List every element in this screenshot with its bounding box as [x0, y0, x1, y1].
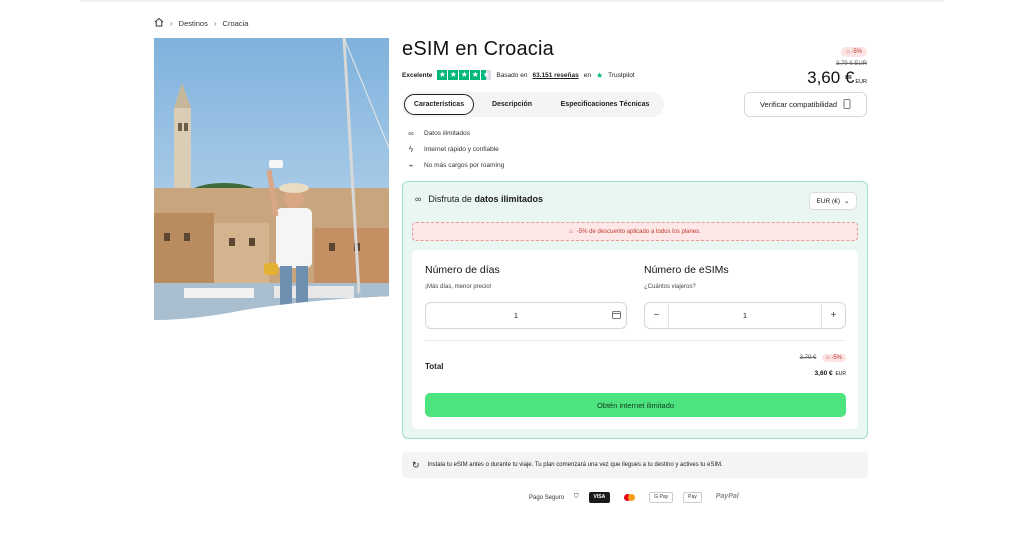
- page-title: eSIM en Croacia: [402, 38, 554, 60]
- chevron-down-icon: ⌄: [844, 198, 850, 205]
- payment-row: Pago Seguro ⛉ VISA G Pay Pay PayPal: [529, 492, 743, 503]
- old-price: 3,79 € EUR: [835, 61, 867, 67]
- plan-card: ∞ Disfruta de datos ilimitados EUR (€) ⌄…: [402, 181, 868, 439]
- days-value: 1: [513, 311, 519, 320]
- currency-select-value: EUR (€): [816, 197, 841, 205]
- reviews-suffix: en: [583, 71, 591, 79]
- plan-header-prefix: Disfruta de: [428, 194, 472, 204]
- reviews-link[interactable]: 63.151 reseñas: [532, 72, 578, 79]
- discount-badge: ⌂ -5%: [841, 47, 867, 57]
- star-icon: ★: [437, 70, 448, 80]
- calendar-icon: [606, 310, 626, 321]
- paypal-logo: PayPal: [715, 493, 739, 500]
- install-note-text: Instala tu eSIM antes o durante tu viaje…: [427, 462, 723, 468]
- feature-item: ϟ Internet rápido y confiable: [406, 141, 504, 157]
- hero-image: [154, 38, 389, 323]
- plan-config-card: Número de días ¡Más días, menor precio! …: [412, 250, 858, 429]
- breadcrumb: › Destinos › Croacia: [154, 16, 248, 30]
- total-old-price: 3,79 €: [799, 355, 817, 361]
- days-subtitle: ¡Más días, menor precio!: [425, 284, 492, 290]
- lightning-icon: ϟ: [408, 144, 414, 154]
- infinity-icon: ∞: [415, 194, 422, 204]
- discount-banner-text: -5% de descuento aplicado a todos los pl…: [576, 228, 701, 235]
- secure-payment-label: Pago Seguro: [529, 494, 565, 501]
- product-tabs: Características Descripción Especificaci…: [402, 92, 664, 117]
- feature-label: Datos ilimitados: [424, 129, 470, 137]
- feature-list: ∞ Datos ilimitados ϟ Internet rápido y c…: [406, 125, 504, 173]
- currency-select[interactable]: EUR (€) ⌄: [809, 192, 857, 210]
- tab-descripcion[interactable]: Descripción: [474, 94, 550, 115]
- total-new-price-value: 3,60 €: [814, 370, 833, 377]
- star-icon: ★: [459, 70, 470, 80]
- tag-icon: ⌂: [846, 49, 850, 55]
- chevron-right-icon: ›: [170, 18, 173, 28]
- reviews-prefix: Basado en: [496, 71, 528, 79]
- star-icon: ★: [448, 70, 459, 80]
- days-select[interactable]: 1: [425, 302, 627, 329]
- rating-row: Excelente ★ ★ ★ ★ ★ Basado en 63.151 res…: [402, 70, 635, 80]
- total-label: Total: [425, 362, 444, 371]
- chevron-right-icon: ›: [213, 18, 217, 28]
- decrement-button[interactable]: −: [645, 303, 669, 328]
- apple-pay-logo: Pay: [683, 492, 702, 503]
- esims-value: 1: [742, 311, 748, 320]
- rating-label: Excelente: [402, 71, 433, 79]
- phone-icon: [843, 98, 851, 111]
- verify-compatibility-label: Verificar compatibilidad: [759, 100, 838, 109]
- total-discount-badge-text: -5%: [831, 355, 842, 361]
- home-icon[interactable]: [154, 17, 164, 29]
- rating-stars: ★ ★ ★ ★ ★: [437, 70, 492, 80]
- infinity-icon: ∞: [408, 128, 414, 138]
- price-box: ⌂ -5% 3,79 € EUR 3,60 €EUR: [807, 40, 867, 88]
- mastercard-logo: [620, 492, 639, 503]
- trustpilot-star-icon: ★: [595, 70, 604, 80]
- breadcrumb-destinos[interactable]: Destinos: [179, 19, 208, 28]
- current-price-currency: EUR: [855, 79, 867, 85]
- discount-badge-text: -5%: [851, 49, 862, 55]
- breadcrumb-croacia[interactable]: Croacia: [223, 19, 249, 28]
- days-title: Número de días: [425, 264, 500, 276]
- total-new-price: 3,60 € EUR: [800, 370, 846, 377]
- feature-item: ∞ Datos ilimitados: [406, 125, 504, 141]
- discount-banner: ⌂ -5% de descuento aplicado a todos los …: [412, 222, 858, 241]
- esim-install-icon: ↻: [412, 459, 420, 470]
- current-price-value: 3,60 €: [807, 68, 855, 87]
- visa-logo: VISA: [588, 492, 611, 503]
- plan-header: ∞ Disfruta de datos ilimitados: [415, 194, 543, 204]
- esims-title: Número de eSIMs: [644, 264, 729, 276]
- get-unlimited-internet-button[interactable]: Obtén internet ilimitado: [425, 393, 846, 417]
- tag-icon: ⌂: [569, 228, 573, 235]
- tab-especificaciones[interactable]: Especificaciones Técnicas: [550, 94, 660, 115]
- feature-label: No más cargos por roaming: [424, 161, 505, 169]
- shield-icon: ⛉: [574, 494, 579, 500]
- esims-subtitle: ¿Cuántos viajeros?: [644, 284, 696, 290]
- plan-header-text: Disfruta de datos ilimitados: [428, 194, 543, 204]
- star-icon: ★: [470, 70, 481, 80]
- no-roaming-icon: ⌁: [408, 160, 414, 170]
- increment-button[interactable]: +: [821, 303, 845, 328]
- feature-item: ⌁ No más cargos por roaming: [406, 157, 505, 173]
- trustpilot-logo: Trustpilot: [608, 71, 635, 79]
- current-price: 3,60 €EUR: [807, 68, 867, 88]
- plan-header-bold: datos ilimitados: [474, 194, 543, 204]
- tag-icon: ⌂: [826, 355, 830, 361]
- verify-compatibility-button[interactable]: Verificar compatibilidad: [744, 92, 867, 117]
- install-note: ↻ Instala tu eSIM antes o durante tu via…: [402, 452, 868, 478]
- top-divider: [80, 0, 944, 2]
- half-star-icon: ★: [481, 70, 492, 80]
- feature-label: Internet rápido y confiable: [424, 145, 499, 153]
- total-new-price-currency: EUR: [835, 371, 846, 377]
- google-pay-logo: G Pay: [649, 492, 674, 503]
- tab-caracteristicas[interactable]: Características: [404, 94, 474, 115]
- divider: [425, 340, 845, 341]
- esims-stepper[interactable]: − 1 +: [644, 302, 846, 329]
- total-price: 3,79 € ⌂ -5% 3,60 € EUR: [800, 354, 846, 377]
- total-discount-badge: ⌂ -5%: [822, 354, 846, 362]
